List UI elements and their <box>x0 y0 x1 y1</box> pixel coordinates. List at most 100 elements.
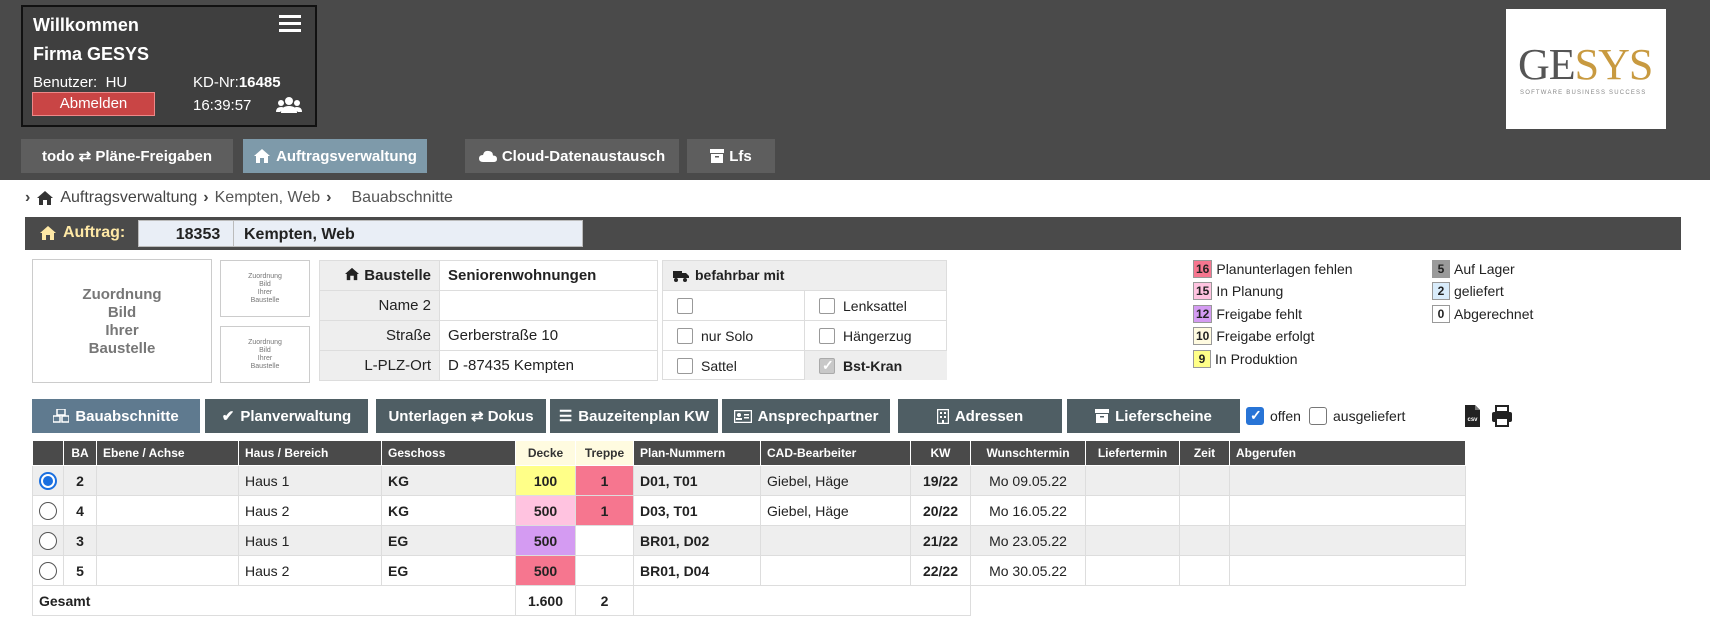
checkbox[interactable] <box>677 327 693 344</box>
col-ba[interactable]: BA <box>63 440 97 466</box>
breadcrumb: › Auftragsverwaltung › Kempten, Web › Ba… <box>25 189 453 207</box>
col-ebene[interactable]: Ebene / Achse <box>96 440 239 466</box>
auftrag-bar: Auftrag: 18353 Kempten, Web <box>25 217 1681 250</box>
building-icon <box>936 408 949 424</box>
svg-text:csv: csv <box>1467 417 1478 423</box>
tab-unterlagen-dokus[interactable]: Unterlagen ⇄ Dokus <box>376 399 546 433</box>
breadcrumb-current: Bauabschnitte <box>351 189 453 206</box>
home-icon <box>37 191 54 205</box>
tab-planverwaltung[interactable]: ✔ Planverwaltung <box>205 399 368 433</box>
list-icon: ☰ <box>558 408 573 425</box>
col-cad[interactable]: CAD-Bearbeiter <box>760 440 911 466</box>
baustelle-image-thumb-2[interactable]: Zuordnung Bild Ihrer Baustelle <box>220 326 310 383</box>
check-icon: ✔ <box>221 408 235 425</box>
checkbox-checked[interactable] <box>819 357 835 374</box>
breadcrumb-auftragsverwaltung[interactable]: Auftragsverwaltung <box>60 189 197 207</box>
befahrbar-option-sattel[interactable]: Sattel <box>663 350 805 380</box>
home-icon <box>254 149 271 163</box>
tab-bauabschnitte[interactable]: Bauabschnitte <box>32 399 200 433</box>
table-total-row: Gesamt 1.600 2 <box>32 585 1466 616</box>
col-kw[interactable]: KW <box>910 440 971 466</box>
filter-offen[interactable]: offen <box>1246 407 1301 425</box>
checkbox[interactable] <box>819 327 835 344</box>
total-treppe: 2 <box>575 585 634 616</box>
field-label: Name 2 <box>319 290 440 321</box>
printer-icon[interactable] <box>1490 404 1514 428</box>
clock: 16:39:57 <box>193 97 252 114</box>
legend-item: 9 In Produktion <box>1193 350 1298 368</box>
befahrbar-option-lenksattel[interactable]: Lenksattel <box>805 290 947 320</box>
befahrbar-option-nur-solo[interactable]: nur Solo <box>663 320 805 350</box>
archive-icon <box>710 149 725 163</box>
tab-auftragsverwaltung[interactable]: Auftragsverwaltung <box>243 139 427 173</box>
baustelle-value: Seniorenwohnungen <box>439 260 658 291</box>
tab-ansprechpartner[interactable]: Ansprechpartner <box>722 399 890 433</box>
auftrag-name: Kempten, Web <box>233 220 583 247</box>
col-wunsch[interactable]: Wunschtermin <box>970 440 1086 466</box>
baustelle-image-placeholder[interactable]: Zuordnung Bild Ihrer Baustelle <box>32 259 212 383</box>
col-treppe[interactable]: Treppe <box>575 440 634 466</box>
table-row[interactable]: 4 Haus 2 KG 500 1 D03, T01 Giebel, Häge … <box>32 495 1466 526</box>
archive-icon <box>1095 409 1110 423</box>
row-select-radio[interactable] <box>39 531 57 550</box>
befahrbar-option-empty[interactable] <box>663 290 805 320</box>
baustelle-image-thumb-1[interactable]: Zuordnung Bild Ihrer Baustelle <box>220 260 310 317</box>
checkbox[interactable] <box>1309 407 1327 425</box>
tab-bauzeitenplan[interactable]: ☰ Bauzeitenplan KW <box>550 399 718 433</box>
city-value: D -87435 Kempten <box>439 350 658 381</box>
cubes-icon <box>53 409 70 423</box>
total-label: Gesamt <box>32 585 516 616</box>
tab-adressen[interactable]: Adressen <box>898 399 1062 433</box>
checkbox[interactable] <box>819 297 835 314</box>
tab-lfs[interactable]: Lfs <box>687 139 775 173</box>
logout-button[interactable]: Abmelden <box>32 92 155 116</box>
checkbox[interactable] <box>677 357 693 374</box>
row-select-radio[interactable] <box>39 471 57 490</box>
gesys-logo: GESYS SOFTWARE BUSINESS SUCCESS <box>1506 9 1666 129</box>
baustelle-title: Baustelle <box>319 260 440 291</box>
chevron-right-icon: › <box>203 189 209 206</box>
tab-lieferscheine[interactable]: Lieferscheine <box>1067 399 1240 433</box>
befahrbar-panel: befahrbar mit Lenksattel nur Solo Hänger… <box>662 260 947 380</box>
checkbox[interactable] <box>677 297 693 314</box>
table-row[interactable]: 2 Haus 1 KG 100 1 D01, T01 Giebel, Häge … <box>32 465 1466 496</box>
baustelle-table: Baustelle Seniorenwohnungen Name 2 Straß… <box>319 260 658 381</box>
user-info: Benutzer: HU <box>33 74 127 91</box>
truck-icon <box>673 270 689 282</box>
filter-ausgeliefert[interactable]: ausgeliefert <box>1309 407 1405 425</box>
col-haus[interactable]: Haus / Bereich <box>238 440 382 466</box>
user-label: Benutzer: <box>33 74 98 91</box>
col-zeit[interactable]: Zeit <box>1179 440 1230 466</box>
legend-item: 12 Freigabe fehlt <box>1193 305 1302 323</box>
welcome-panel: Willkommen Firma GESYS Benutzer: HU KD-N… <box>21 5 317 127</box>
tab-plaene-freigaben[interactable]: todo ⇄ Pläne-Freigaben <box>21 139 233 173</box>
legend-item: 15 In Planung <box>1193 282 1283 300</box>
col-select <box>32 440 64 466</box>
customer-number: KD-Nr:16485 <box>193 74 281 91</box>
company-name: Firma GESYS <box>33 44 150 64</box>
csv-export-icon[interactable]: csv <box>1460 404 1484 428</box>
legend-item: 2 geliefert <box>1432 282 1504 300</box>
tab-cloud-datenaustausch[interactable]: Cloud-Datenaustausch <box>465 139 679 173</box>
breadcrumb-kempten[interactable]: Kempten, Web <box>215 189 321 207</box>
table-row[interactable]: 5 Haus 2 EG 500 BR01, D04 22/22 Mo 30.05… <box>32 555 1466 586</box>
col-liefer[interactable]: Liefertermin <box>1085 440 1180 466</box>
table-row[interactable]: 3 Haus 1 EG 500 BR01, D02 21/22 Mo 23.05… <box>32 525 1466 556</box>
field-label: L-PLZ-Ort <box>319 350 440 381</box>
befahrbar-option-haengerzug[interactable]: Hängerzug <box>805 320 947 350</box>
row-select-radio[interactable] <box>39 501 57 520</box>
col-plan[interactable]: Plan-Nummern <box>633 440 761 466</box>
users-icon[interactable] <box>276 96 302 114</box>
befahrbar-option-bst-kran[interactable]: Bst-Kran <box>805 350 947 380</box>
checkbox-checked[interactable] <box>1246 407 1264 425</box>
hamburger-menu-icon[interactable] <box>279 15 301 33</box>
bauabschnitte-table: BA Ebene / Achse Haus / Bereich Geschoss… <box>32 440 1466 616</box>
row-select-radio[interactable] <box>39 561 57 580</box>
street-value: Gerberstraße 10 <box>439 320 658 351</box>
total-decke: 1.600 <box>515 585 576 616</box>
col-decke[interactable]: Decke <box>515 440 576 466</box>
home-icon <box>40 226 56 240</box>
col-abgerufen[interactable]: Abgerufen <box>1229 440 1466 466</box>
kd-value: 16485 <box>238 74 281 91</box>
col-geschoss[interactable]: Geschoss <box>381 440 516 466</box>
